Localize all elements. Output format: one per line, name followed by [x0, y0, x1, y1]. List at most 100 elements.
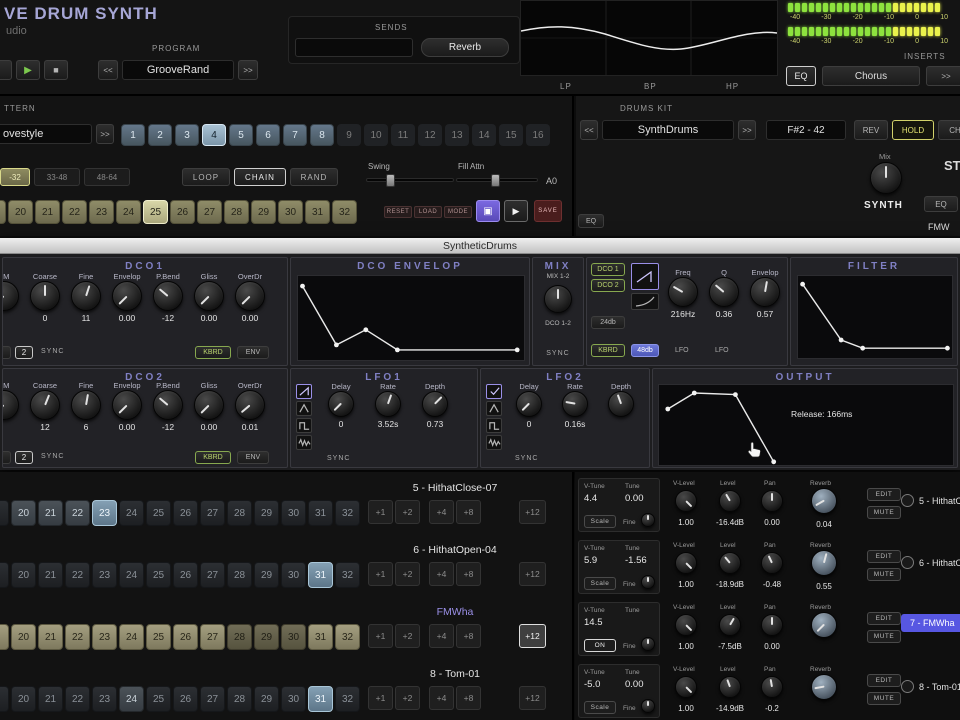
grid-mode-button[interactable]: ▣ [476, 200, 500, 222]
transpose-+8-button[interactable]: +8 [456, 500, 481, 524]
mute-button[interactable]: MUTE [867, 692, 901, 705]
vlevel-knob[interactable] [675, 490, 697, 512]
pad-26[interactable]: 26 [173, 500, 198, 526]
delay-knob[interactable] [516, 391, 542, 417]
transpose-+4-button[interactable]: +4 [429, 624, 454, 648]
pad-27[interactable]: 27 [200, 500, 225, 526]
pulse-wave-icon[interactable] [296, 418, 312, 433]
pad-23[interactable]: 23 [92, 500, 117, 526]
check-wave-icon[interactable] [486, 384, 502, 399]
pad-30[interactable]: 30 [281, 562, 306, 588]
swing-slider-thumb[interactable] [386, 174, 395, 187]
pad-28[interactable]: 28 [227, 500, 252, 526]
ramp-curve-icon[interactable] [631, 293, 659, 310]
pad-20[interactable]: 20 [11, 562, 36, 588]
transpose-+4-button[interactable]: +4 [429, 562, 454, 586]
chorus-insert-button[interactable]: Chorus [822, 66, 920, 86]
pad-24[interactable]: 24 [119, 624, 144, 650]
pattern-cell-24[interactable]: 24 [116, 200, 141, 224]
pad-31[interactable]: 31 [308, 500, 333, 526]
pad-31[interactable]: 31 [308, 562, 333, 588]
transpose-+1-button[interactable]: +1 [368, 624, 393, 648]
kit-prev-button[interactable]: << [580, 120, 598, 140]
transpose-+2-button[interactable]: +2 [395, 624, 420, 648]
program-prev-button[interactable]: << [98, 60, 118, 80]
mute-button[interactable]: MUTE [867, 568, 901, 581]
transpose-+4-button[interactable]: +4 [429, 686, 454, 710]
on-button[interactable]: ON [584, 639, 616, 652]
reverb-knob[interactable] [811, 488, 837, 514]
pattern-step-4[interactable]: 4 [202, 124, 226, 146]
pulse-wave-icon[interactable] [486, 418, 502, 433]
dco1-select-button[interactable]: DCO 1 [591, 263, 625, 276]
hold-button[interactable]: HOLD [892, 120, 934, 140]
transpose-+2-button[interactable]: +2 [395, 686, 420, 710]
pad-circle-icon[interactable] [901, 556, 914, 569]
pad-31[interactable]: 31 [308, 624, 333, 650]
pattern-step-11[interactable]: 11 [391, 124, 415, 146]
dco2-env-button[interactable]: ENV [237, 451, 269, 464]
play-button[interactable]: ▶ [16, 60, 40, 80]
pad-30[interactable]: 30 [281, 686, 306, 712]
transpose-+2-button[interactable]: +2 [395, 562, 420, 586]
scale-button[interactable]: Scale [584, 577, 616, 590]
dco2-mode-2-button[interactable]: 2 [15, 451, 33, 464]
pattern-step-8[interactable]: 8 [310, 124, 334, 146]
pad-circle-icon[interactable] [901, 680, 914, 693]
vlevel-knob[interactable] [675, 552, 697, 574]
inserts-next-button[interactable]: >> [926, 66, 960, 86]
envelop-knob[interactable] [112, 390, 142, 420]
envelop-knob[interactable] [750, 277, 780, 307]
pattern-step-14[interactable]: 14 [472, 124, 496, 146]
envelop-knob[interactable] [112, 281, 142, 311]
level-knob[interactable] [719, 552, 741, 574]
level-knob[interactable] [719, 614, 741, 636]
saw-wave-icon[interactable] [631, 263, 659, 290]
dco-envelope-graph[interactable] [297, 275, 525, 361]
level-knob[interactable] [719, 676, 741, 698]
pattern-play-button[interactable]: ▶ [504, 200, 528, 222]
pad-24[interactable]: 24 [119, 562, 144, 588]
dco1-kbrd-button[interactable]: KBRD [195, 346, 231, 359]
stop-button[interactable]: ■ [44, 60, 68, 80]
pan-knob[interactable] [761, 490, 783, 512]
transpose-+12-button[interactable]: +12 [519, 686, 546, 710]
dco2-select-button[interactable]: DCO 2 [591, 279, 625, 292]
pattern-step-7[interactable]: 7 [283, 124, 307, 146]
pattern-next-button[interactable]: >> [96, 124, 114, 144]
rev-button[interactable]: REV [854, 120, 888, 140]
window-titlebar[interactable]: SyntheticDrums [0, 238, 960, 254]
fine-knob[interactable] [641, 637, 655, 651]
p.bend-knob[interactable] [153, 390, 183, 420]
pad-27[interactable]: 27 [200, 686, 225, 712]
fine-knob[interactable] [641, 699, 655, 713]
fm-knob[interactable] [2, 281, 19, 311]
pad-28[interactable]: 28 [227, 562, 252, 588]
transpose-+12-button[interactable]: +12 [519, 500, 546, 524]
fine-knob[interactable] [71, 281, 101, 311]
pattern-cell-26[interactable]: 26 [170, 200, 195, 224]
pan-knob[interactable] [761, 552, 783, 574]
pad-22[interactable]: 22 [65, 686, 90, 712]
reverb-knob[interactable] [811, 550, 837, 576]
rand-button[interactable]: RAND [290, 168, 338, 186]
pad-30[interactable]: 30 [281, 500, 306, 526]
dco2-kbrd-button[interactable]: KBRD [195, 451, 231, 464]
pattern-step-2[interactable]: 2 [148, 124, 172, 146]
pad-stub[interactable] [0, 686, 9, 712]
q-knob[interactable] [709, 277, 739, 307]
pattern-step-1[interactable]: 1 [121, 124, 145, 146]
dco1-env-button[interactable]: ENV [237, 346, 269, 359]
edit-button[interactable]: EDIT [867, 550, 901, 563]
pattern-cell-20[interactable]: 20 [8, 200, 33, 224]
pad-25[interactable]: 25 [146, 624, 171, 650]
pad-stub[interactable] [0, 500, 9, 526]
pad-29[interactable]: 29 [254, 686, 279, 712]
fine-knob[interactable] [641, 513, 655, 527]
pan-knob[interactable] [761, 614, 783, 636]
pattern-step-12[interactable]: 12 [418, 124, 442, 146]
fill-attn-slider-thumb[interactable] [491, 174, 500, 187]
transpose-+12-button[interactable]: +12 [519, 562, 546, 586]
fine-knob[interactable] [71, 390, 101, 420]
pad-21[interactable]: 21 [38, 686, 63, 712]
